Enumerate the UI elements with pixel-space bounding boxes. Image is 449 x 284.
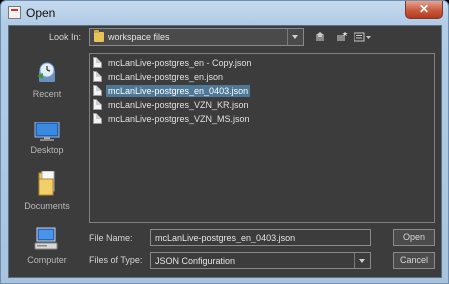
file-name: mcLanLive-postgres_en - Copy.json [108,58,252,68]
sidebar-item-label: Recent [32,89,62,99]
sidebar-item-label: Computer [27,255,67,265]
look-in-label: Look In: [49,32,82,42]
sidebar-item-documents[interactable]: Documents [15,171,79,219]
new-folder-icon[interactable] [336,32,348,42]
files-of-type-label: Files of Type: [89,255,143,265]
file-icon [93,113,102,124]
file-icon [93,57,102,68]
chevron-down-icon[interactable] [354,253,370,268]
close-button[interactable]: ✕ [405,1,443,19]
cancel-button[interactable]: Cancel [393,252,435,269]
open-button[interactable]: Open [393,229,435,246]
places-sidebar: Recent Desktop Documents Computer [15,57,79,275]
chevron-down-icon[interactable] [287,29,303,45]
sidebar-item-desktop[interactable]: Desktop [15,117,79,165]
files-of-type-combo[interactable]: JSON Configuration [150,252,371,269]
file-name: mcLanLive-postgres_VZN_KR.json [108,100,249,110]
file-icon [93,99,102,110]
desktop-icon [34,122,60,141]
look-in-value: workspace files [108,32,170,42]
computer-icon [34,227,58,250]
sidebar-item-label: Documents [24,201,70,211]
open-dialog-window: Open ✕ Look In: workspace files Recent D… [0,0,449,284]
file-name: mcLanLive-postgres_en.json [108,72,224,82]
file-name-label: File Name: [89,233,133,243]
dialog-content: Look In: workspace files Recent Desktop … [8,25,442,278]
documents-icon [38,171,55,196]
sidebar-item-label: Desktop [30,145,64,155]
sidebar-item-recent[interactable]: Recent [15,62,79,110]
app-icon [8,6,21,19]
look-in-combo[interactable]: workspace files [89,28,304,46]
file-name-input[interactable] [150,229,371,246]
file-name: mcLanLive-postgres_VZN_MS.json [108,114,250,124]
file-icon [93,85,102,96]
file-list[interactable]: mcLanLive-postgres_en - Copy.json mcLanL… [89,53,435,223]
file-name: mcLanLive-postgres_en_0403.json [106,85,251,97]
view-menu-icon[interactable] [354,32,372,42]
window-title: Open [26,6,56,20]
file-icon [93,71,102,82]
sidebar-item-computer[interactable]: Computer [15,227,79,275]
title-bar[interactable]: Open ✕ [1,1,448,25]
up-folder-icon[interactable] [315,32,327,42]
files-of-type-value: JSON Configuration [155,256,236,266]
folder-icon [94,30,104,42]
recent-icon [37,62,55,82]
